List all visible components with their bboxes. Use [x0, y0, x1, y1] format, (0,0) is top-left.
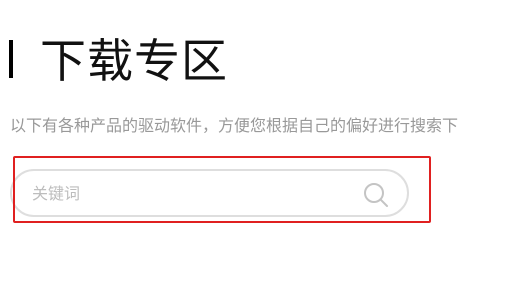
search-highlight-frame [13, 156, 431, 223]
page-subtitle: 以下有各种产品的驱动软件，方便您根据自己的偏好进行搜索下 [10, 116, 459, 135]
page-title: 下载专区 [40, 34, 228, 88]
download-section: 下载专区 以下有各种产品的驱动软件，方便您根据自己的偏好进行搜索下 [0, 0, 511, 281]
title-accent-bar [9, 40, 13, 78]
